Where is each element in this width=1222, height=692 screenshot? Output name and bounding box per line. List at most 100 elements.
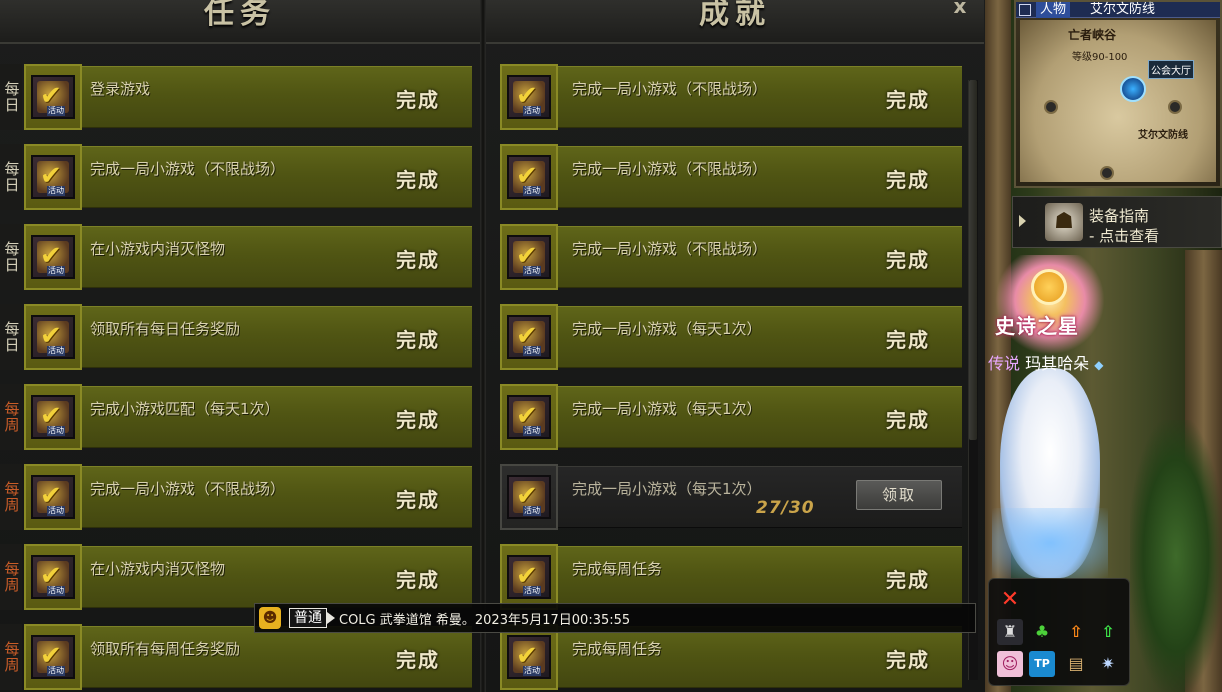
- quest-panel: 任务 成就 x 每日 ✔ 活动 登录游戏 完成 每日 ✔ 活动 完成一局小游戏（不限战场） 完成每…: [0, 0, 985, 692]
- achievement-row[interactable]: ✔ 活动 完成一局小游戏（每天1次） 27/30 领取: [500, 464, 962, 530]
- achievement-status: 完成: [886, 408, 930, 432]
- minimap-level-label: 等级90-100: [1072, 52, 1128, 63]
- quest-icon-frame: ✔ 活动: [24, 304, 82, 370]
- quest-column-title: 任务: [204, 0, 276, 31]
- quest-badge-icon: ✔ 活动: [31, 75, 75, 119]
- quest-badge-icon: ✔ 活动: [507, 235, 551, 279]
- achievement-row[interactable]: ✔ 活动 完成一局小游戏（不限战场） 完成: [500, 224, 962, 290]
- quest-badge-icon: ✔ 活动: [507, 635, 551, 679]
- quest-name: 领取所有每日任务奖励: [90, 320, 241, 338]
- achievement-row[interactable]: ✔ 活动 完成一局小游戏（每天1次） 完成: [500, 384, 962, 450]
- chat-channel-label[interactable]: 普通: [289, 608, 327, 628]
- minimap-header: 人物 艾尔文防线: [1016, 2, 1220, 18]
- guide-title: 装备指南: [1089, 207, 1150, 225]
- equipment-guide-button[interactable]: ☗ 装备指南 - 点击查看: [1012, 196, 1222, 248]
- achievement-icon-frame: ✔ 活动: [500, 304, 558, 370]
- quick-skill-panel: ✕ ♜ ♣ ⇧ ⇧ ☺ TP ▤ ✷: [988, 578, 1130, 686]
- quest-frequency-tag: 每日: [0, 64, 22, 130]
- achievement-name: 完成一局小游戏（不限战场）: [572, 160, 768, 178]
- quest-icon-frame: ✔ 活动: [24, 544, 82, 610]
- badge-label: 活动: [47, 426, 65, 436]
- book-icon[interactable]: ▤: [1063, 651, 1089, 677]
- badge-label: 活动: [523, 186, 541, 196]
- minimap-node-icon[interactable]: [1100, 166, 1114, 180]
- badge-label: 活动: [47, 186, 65, 196]
- achievement-row[interactable]: ✔ 活动 完成一局小游戏（不限战场） 完成: [500, 64, 962, 130]
- quest-row[interactable]: 每周 ✔ 活动 在小游戏内消灭怪物 完成: [0, 544, 472, 610]
- cancel-x-icon[interactable]: ✕: [997, 587, 1023, 613]
- expand-arrow-icon[interactable]: [1019, 215, 1026, 227]
- diamond-icon: ◆: [1094, 358, 1104, 372]
- achievement-status: 完成: [886, 248, 930, 272]
- achievement-icon-frame: ✔ 活动: [500, 224, 558, 290]
- tp-icon[interactable]: TP: [1029, 651, 1055, 677]
- quest-status: 完成: [396, 488, 440, 512]
- quest-status: 完成: [396, 408, 440, 432]
- chat-message: COLG 武拳道馆 希曼。2023年5月17日00:35:55: [339, 612, 631, 628]
- badge-label: 活动: [523, 106, 541, 116]
- minimap-body[interactable]: 亡者峡谷 等级90-100 公会大厅 艾尔文防线: [1020, 20, 1216, 182]
- channel-arrow-icon: [327, 612, 335, 624]
- achievement-row[interactable]: ✔ 活动 完成每周任务 完成: [500, 544, 962, 610]
- minimap-tab-people[interactable]: 人物: [1036, 2, 1071, 18]
- quest-frequency-tag: 每周: [0, 464, 22, 530]
- quest-frequency-tag: 每日: [0, 304, 22, 370]
- gear-spark-icon[interactable]: ✷: [1095, 651, 1121, 677]
- achievement-name: 完成每周任务: [572, 640, 663, 658]
- achievement-column-title: 成就: [699, 0, 771, 31]
- badge-label: 活动: [47, 666, 65, 676]
- quest-row[interactable]: 每周 ✔ 活动 领取所有每周任务奖励 完成: [0, 624, 472, 690]
- quest-badge-icon: ✔ 活动: [31, 555, 75, 599]
- achievement-icon-frame: ✔ 活动: [500, 384, 558, 450]
- quest-row[interactable]: 每日 ✔ 活动 领取所有每日任务奖励 完成: [0, 304, 472, 370]
- arrow-up-orange-icon[interactable]: ⇧: [1063, 619, 1089, 645]
- sprout-icon[interactable]: ♣: [1029, 619, 1055, 645]
- quest-row[interactable]: 每日 ✔ 活动 完成一局小游戏（不限战场） 完成: [0, 144, 472, 210]
- minimap-node-icon[interactable]: [1168, 100, 1182, 114]
- character-name-tag[interactable]: 传说 玛其哈朵 ◆: [988, 350, 1103, 374]
- player-position-icon: [1120, 76, 1146, 102]
- achievement-name: 完成每周任务: [572, 560, 663, 578]
- character-avatar-polar-bear[interactable]: [992, 368, 1108, 578]
- quest-badge-icon: ✔ 活动: [31, 635, 75, 679]
- quest-badge-icon: ✔ 活动: [507, 315, 551, 359]
- minimap-guild-hall[interactable]: 公会大厅: [1148, 60, 1194, 79]
- achievement-status: 完成: [886, 648, 930, 672]
- badge-label: 活动: [47, 266, 65, 276]
- quest-icon-frame: ✔ 活动: [24, 224, 82, 290]
- badge-label: 活动: [47, 346, 65, 356]
- quest-badge-icon: ✔ 活动: [507, 475, 551, 519]
- guide-subtitle: - 点击查看: [1089, 227, 1160, 245]
- scrollbar-thumb[interactable]: [969, 80, 977, 440]
- achievement-row[interactable]: ✔ 活动 完成一局小游戏（每天1次） 完成: [500, 304, 962, 370]
- arrow-up-green-icon[interactable]: ⇧: [1095, 619, 1121, 645]
- quest-row[interactable]: 每周 ✔ 活动 完成一局小游戏（不限战场） 完成: [0, 464, 472, 530]
- badge-label: 活动: [47, 106, 65, 116]
- emoji-face-icon[interactable]: ☻: [259, 607, 281, 629]
- quest-status: 完成: [396, 88, 440, 112]
- achievement-name: 完成一局小游戏（每天1次）: [572, 480, 762, 498]
- character-title-prefix: 传说: [988, 354, 1021, 373]
- helmet-icon[interactable]: ♜: [997, 619, 1023, 645]
- column-divider: [480, 0, 486, 692]
- quest-frequency-tag: 每日: [0, 224, 22, 290]
- minimap[interactable]: 人物 艾尔文防线 亡者峡谷 等级90-100 公会大厅 艾尔文防线: [1014, 0, 1222, 188]
- badge-label: 活动: [523, 506, 541, 516]
- quest-row[interactable]: 每日 ✔ 活动 登录游戏 完成: [0, 64, 472, 130]
- glow-aura: [992, 508, 1108, 578]
- character-face-icon[interactable]: ☺: [997, 651, 1023, 677]
- minimap-node-icon[interactable]: [1044, 100, 1058, 114]
- achievement-row[interactable]: ✔ 活动 完成一局小游戏（不限战场） 完成: [500, 144, 962, 210]
- achievement-name: 完成一局小游戏（不限战场）: [572, 240, 768, 258]
- minimap-minimize-button[interactable]: [1019, 4, 1031, 16]
- achievement-row[interactable]: ✔ 活动 完成每周任务 完成: [500, 624, 962, 690]
- quest-icon-frame: ✔ 活动: [24, 384, 82, 450]
- quest-row[interactable]: 每周 ✔ 活动 完成小游戏匹配（每天1次） 完成: [0, 384, 472, 450]
- achievement-name: 完成一局小游戏（不限战场）: [572, 80, 768, 98]
- quest-icon-frame: ✔ 活动: [24, 144, 82, 210]
- quest-row[interactable]: 每日 ✔ 活动 在小游戏内消灭怪物 完成: [0, 224, 472, 290]
- chat-bar[interactable]: ☻ 普通 COLG 武拳道馆 希曼。2023年5月17日00:35:55: [254, 603, 976, 633]
- close-button[interactable]: x: [948, 0, 972, 18]
- quest-status: 完成: [396, 168, 440, 192]
- claim-button[interactable]: 领取: [856, 480, 942, 510]
